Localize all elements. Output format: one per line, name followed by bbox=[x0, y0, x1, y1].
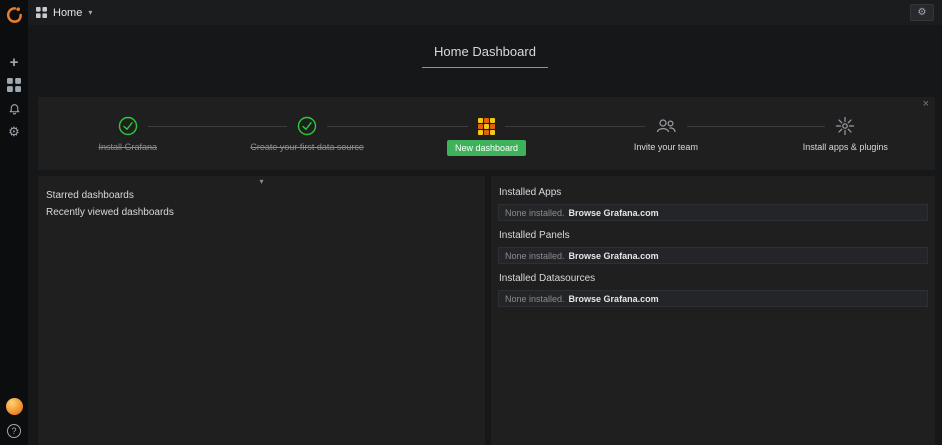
gear-icon: ⚙ bbox=[918, 8, 927, 18]
browse-grafana-link[interactable]: Browse Grafana.com bbox=[569, 251, 659, 261]
help-icon[interactable]: ? bbox=[7, 424, 21, 438]
starred-dashboards-section[interactable]: Starred dashboards bbox=[38, 187, 485, 204]
installed-apps-title: Installed Apps bbox=[499, 187, 927, 198]
grafana-logo[interactable] bbox=[0, 2, 28, 28]
recent-dashboards-section[interactable]: Recently viewed dashboards bbox=[38, 204, 485, 221]
sidebar-bottom: ? bbox=[6, 398, 23, 445]
getting-started-panel: × Install Grafana C bbox=[38, 97, 935, 170]
check-circle-icon bbox=[118, 116, 138, 136]
caret-down-icon: ▾ bbox=[88, 8, 92, 17]
dashboard-grid-icon bbox=[478, 118, 495, 135]
empty-text: None installed. bbox=[505, 294, 565, 304]
grafana-app: + ⚙ ? bbox=[0, 0, 942, 445]
create-plus-icon[interactable]: + bbox=[5, 54, 23, 70]
check-circle-icon bbox=[297, 116, 317, 136]
page-title: Home Dashboard bbox=[422, 41, 548, 68]
step-label: Install Grafana bbox=[98, 142, 157, 152]
step-new-dashboard: New dashboard bbox=[397, 97, 576, 170]
dashboards-panel: ▾ Starred dashboards Recently viewed das… bbox=[38, 176, 485, 445]
plugins-panel: Installed Apps None installed. Browse Gr… bbox=[491, 176, 935, 445]
step-label: Install apps & plugins bbox=[803, 142, 888, 152]
dashboard-settings-button[interactable]: ⚙ bbox=[910, 4, 934, 21]
step-label: Invite your team bbox=[634, 142, 698, 152]
installed-datasources-title: Installed Datasources bbox=[499, 273, 927, 284]
dashboards-icon[interactable] bbox=[5, 77, 23, 93]
installed-apps-row: None installed. Browse Grafana.com bbox=[498, 204, 928, 221]
alerting-bell-icon[interactable] bbox=[5, 100, 23, 116]
bell-icon bbox=[8, 102, 21, 115]
navbar-title: Home bbox=[53, 7, 82, 19]
title-row: Home Dashboard bbox=[28, 41, 942, 68]
plugins-panel-content: Installed Apps None installed. Browse Gr… bbox=[491, 176, 935, 324]
panel-menu-caret-icon[interactable]: ▾ bbox=[253, 176, 269, 187]
sidebar: + ⚙ ? bbox=[0, 0, 28, 445]
configuration-gear-icon[interactable]: ⚙ bbox=[5, 123, 23, 139]
dismiss-panel-button[interactable]: × bbox=[923, 98, 929, 110]
plugins-spark-icon bbox=[835, 116, 855, 136]
browse-grafana-link[interactable]: Browse Grafana.com bbox=[569, 208, 659, 218]
navbar: Home ▾ ⚙ bbox=[28, 0, 942, 25]
dashboard-picker[interactable]: Home ▾ bbox=[36, 7, 92, 19]
step-install-plugins[interactable]: Install apps & plugins bbox=[756, 97, 935, 170]
step-install-grafana[interactable]: Install Grafana bbox=[38, 97, 217, 170]
empty-text: None installed. bbox=[505, 208, 565, 218]
team-users-icon bbox=[655, 117, 677, 135]
browse-grafana-link[interactable]: Browse Grafana.com bbox=[569, 294, 659, 304]
new-dashboard-button[interactable]: New dashboard bbox=[447, 140, 526, 156]
sidebar-menu: + ⚙ bbox=[5, 54, 23, 139]
installed-datasources-row: None installed. Browse Grafana.com bbox=[498, 290, 928, 307]
empty-text: None installed. bbox=[505, 251, 565, 261]
installed-panels-row: None installed. Browse Grafana.com bbox=[498, 247, 928, 264]
installed-panels-title: Installed Panels bbox=[499, 230, 927, 241]
step-label: Create your first data source bbox=[250, 142, 364, 152]
step-create-datasource[interactable]: Create your first data source bbox=[217, 97, 396, 170]
user-avatar[interactable] bbox=[6, 398, 23, 415]
getting-started-steps: Install Grafana Create your first data s… bbox=[38, 97, 935, 170]
grid-squares-icon bbox=[7, 78, 21, 92]
step-invite-team[interactable]: Invite your team bbox=[576, 97, 755, 170]
grafana-flame-icon bbox=[4, 5, 24, 25]
apps-grid-icon bbox=[36, 7, 47, 18]
